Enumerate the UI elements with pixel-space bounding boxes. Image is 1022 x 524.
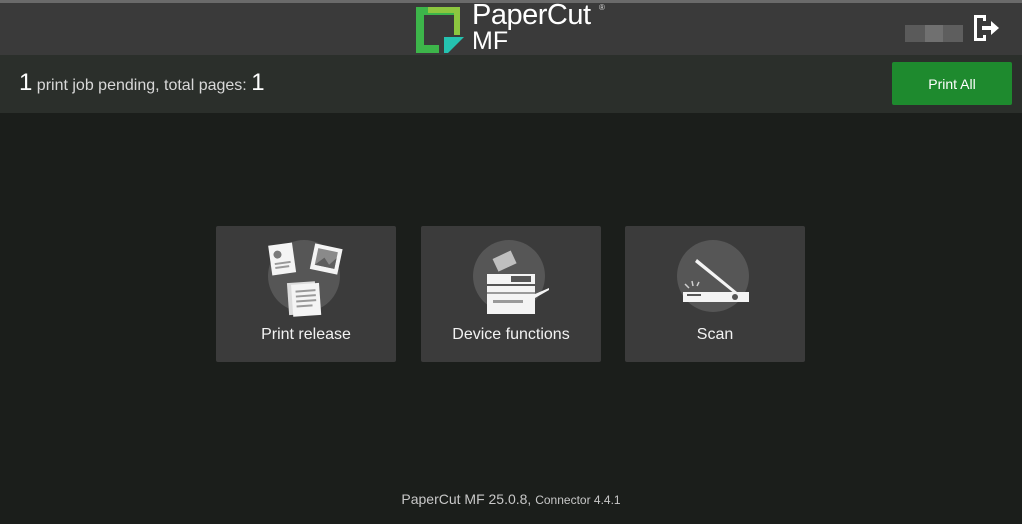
papercut-logo-mark	[416, 7, 464, 53]
print-release-icon	[268, 242, 343, 317]
tile-label: Print release	[261, 326, 351, 343]
top-bar: PaperCut ® MF	[0, 0, 1022, 55]
print-release-tile[interactable]: Print release	[216, 226, 396, 362]
logo-trademark: ®	[599, 3, 605, 12]
version-footer: PaperCut MF 25.0.8, Connector 4.4.1	[0, 491, 1022, 507]
user-name-redacted	[905, 25, 963, 42]
scanner-icon	[683, 259, 749, 302]
app-version: PaperCut MF 25.0.8,	[401, 491, 532, 507]
logout-button[interactable]	[970, 13, 1002, 43]
connector-version: Connector 4.4.1	[535, 493, 621, 507]
tile-label: Device functions	[452, 326, 570, 343]
pending-jobs-text: print job pending, total pages:	[32, 77, 252, 94]
total-pages-count: 1	[251, 69, 265, 96]
copier-icon	[487, 250, 549, 314]
tile-label: Scan	[696, 326, 734, 343]
logout-icon	[974, 15, 999, 41]
papercut-logo: PaperCut ® MF	[414, 0, 614, 57]
logo-subtitle: MF	[472, 27, 509, 55]
pending-jobs-summary: 1 print job pending, total pages: 1	[19, 69, 265, 97]
print-all-button[interactable]: Print All	[892, 62, 1012, 105]
scan-tile[interactable]: Scan	[625, 226, 805, 362]
status-bar: 1 print job pending, total pages: 1	[0, 55, 1022, 113]
device-functions-tile[interactable]: Device functions	[421, 226, 601, 362]
pending-job-count: 1	[19, 69, 33, 96]
